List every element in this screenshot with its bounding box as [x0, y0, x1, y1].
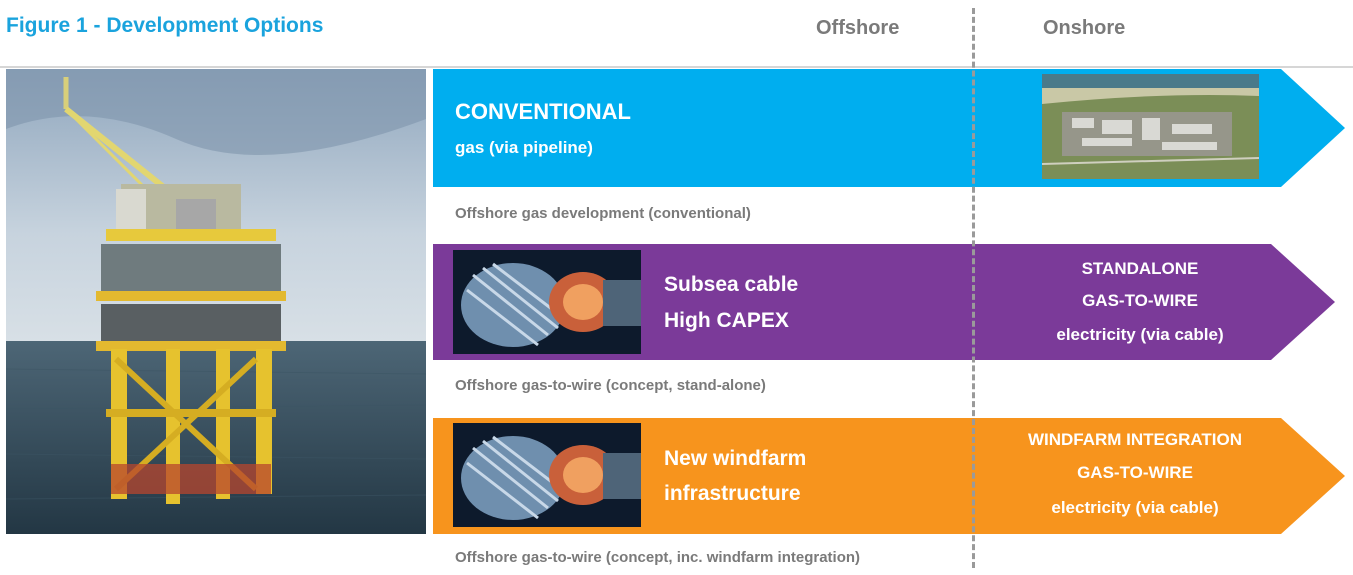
offshore-onshore-divider: [972, 8, 975, 568]
conventional-subtitle: gas (via pipeline): [455, 138, 593, 157]
gas-turbine-image: [453, 423, 641, 527]
conventional-title: CONVENTIONAL: [455, 99, 631, 124]
subsea-cable-label: Subsea cable: [664, 273, 799, 296]
standalone-label: STANDALONE: [1081, 259, 1199, 278]
new-windfarm-label: New windfarm: [664, 447, 807, 470]
onshore-gas-plant-aerial-image: [1042, 74, 1259, 179]
standalone-caption: Offshore gas-to-wire (concept, stand-alo…: [455, 377, 766, 394]
header-rule: [0, 66, 1353, 68]
onshore-column-label: Onshore: [1043, 17, 1126, 39]
windfarm-caption: Offshore gas-to-wire (concept, inc. wind…: [455, 549, 861, 566]
standalone-gas-to-wire-label: GAS-TO-WIRE: [1082, 291, 1198, 310]
windfarm-electricity-label: electricity (via cable): [1051, 498, 1219, 517]
gas-turbine-image: [453, 250, 641, 354]
conventional-caption: Offshore gas development (conventional): [455, 205, 751, 222]
windfarm-gas-to-wire-label: GAS-TO-WIRE: [1077, 463, 1193, 482]
offshore-platform-photo: [6, 69, 426, 534]
infrastructure-label: infrastructure: [664, 482, 801, 505]
standalone-electricity-label: electricity (via cable): [1056, 325, 1224, 344]
offshore-column-label: Offshore: [816, 17, 900, 39]
figure-title: Figure 1 - Development Options: [6, 14, 324, 37]
high-capex-label: High CAPEX: [664, 309, 789, 332]
windfarm-integration-label: WINDFARM INTEGRATION: [1027, 430, 1243, 449]
